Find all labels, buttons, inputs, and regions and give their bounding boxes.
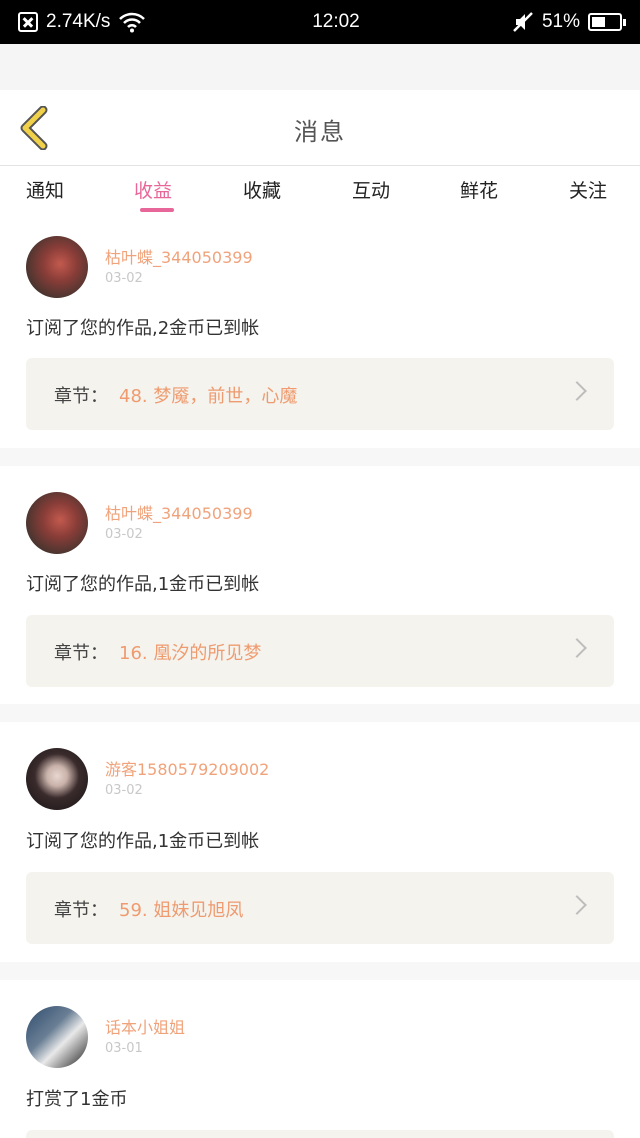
top-spacer bbox=[0, 44, 640, 90]
message-date: 03-02 bbox=[105, 527, 143, 542]
header: 消息 bbox=[0, 90, 640, 166]
chapter-label: 章节： bbox=[54, 643, 108, 664]
tab-flowers[interactable]: 鲜花 bbox=[460, 176, 498, 203]
status-time: 12:02 bbox=[312, 11, 360, 32]
tab-notifications[interactable]: 通知 bbox=[26, 176, 64, 203]
username[interactable]: 枯叶蝶_344050399 bbox=[105, 500, 253, 524]
username[interactable]: 话本小姐姐 bbox=[105, 1014, 185, 1038]
close-box-icon bbox=[18, 12, 38, 32]
page-title: 消息 bbox=[294, 118, 346, 146]
username[interactable]: 游客1580579209002 bbox=[105, 756, 269, 780]
status-bar: 2.74K/s 12:02 51% bbox=[0, 0, 640, 44]
wifi-icon bbox=[119, 12, 146, 33]
message-card: 枯叶蝶_344050399 03-02 订阅了您的作品,2金币已到帐 章节： 4… bbox=[0, 218, 640, 448]
chevron-right-icon bbox=[567, 895, 587, 915]
message-date: 03-02 bbox=[105, 271, 143, 286]
message-card: 话本小姐姐 03-01 打赏了1金币 bbox=[0, 980, 640, 1138]
tab-favorites[interactable]: 收藏 bbox=[243, 176, 281, 203]
battery-icon bbox=[588, 13, 626, 31]
chapter-title: 48. 梦魇，前世，心魔 bbox=[119, 386, 298, 407]
chapter-title: 59. 姐妹见旭凤 bbox=[119, 900, 244, 921]
chapter-title: 16. 凰汐的所见梦 bbox=[119, 643, 262, 664]
message-date: 03-01 bbox=[105, 1041, 143, 1056]
message-text: 订阅了您的作品,1金币已到帐 bbox=[26, 574, 260, 595]
chapter-link[interactable] bbox=[26, 1130, 614, 1138]
tab-bar: 通知 收益 收藏 互动 鲜花 关注 bbox=[0, 166, 640, 218]
chapter-link[interactable]: 章节： 59. 姐妹见旭凤 bbox=[26, 872, 614, 944]
mute-icon bbox=[513, 12, 533, 32]
tab-earnings[interactable]: 收益 bbox=[134, 176, 172, 203]
chapter-label: 章节： bbox=[54, 900, 108, 921]
tab-following[interactable]: 关注 bbox=[569, 176, 607, 203]
chapter-link[interactable]: 章节： 48. 梦魇，前世，心魔 bbox=[26, 358, 614, 430]
avatar[interactable] bbox=[26, 748, 88, 810]
chevron-right-icon bbox=[567, 381, 587, 401]
network-speed: 2.74K/s bbox=[46, 11, 111, 32]
message-text: 订阅了您的作品,2金币已到帐 bbox=[26, 318, 260, 339]
message-card: 枯叶蝶_344050399 03-02 订阅了您的作品,1金币已到帐 章节： 1… bbox=[0, 466, 640, 704]
avatar[interactable] bbox=[26, 1006, 88, 1068]
message-text: 打赏了1金币 bbox=[26, 1089, 128, 1110]
avatar[interactable] bbox=[26, 492, 88, 554]
username[interactable]: 枯叶蝶_344050399 bbox=[105, 244, 253, 268]
active-tab-indicator bbox=[140, 208, 174, 212]
message-text: 订阅了您的作品,1金币已到帐 bbox=[26, 831, 260, 852]
tab-interactions[interactable]: 互动 bbox=[352, 176, 390, 203]
battery-percent: 51% bbox=[541, 11, 580, 32]
chapter-label: 章节： bbox=[54, 386, 108, 407]
message-card: 游客1580579209002 03-02 订阅了您的作品,1金币已到帐 章节：… bbox=[0, 722, 640, 962]
chevron-right-icon bbox=[567, 638, 587, 658]
avatar[interactable] bbox=[26, 236, 88, 298]
message-date: 03-02 bbox=[105, 783, 143, 798]
chapter-link[interactable]: 章节： 16. 凰汐的所见梦 bbox=[26, 615, 614, 687]
